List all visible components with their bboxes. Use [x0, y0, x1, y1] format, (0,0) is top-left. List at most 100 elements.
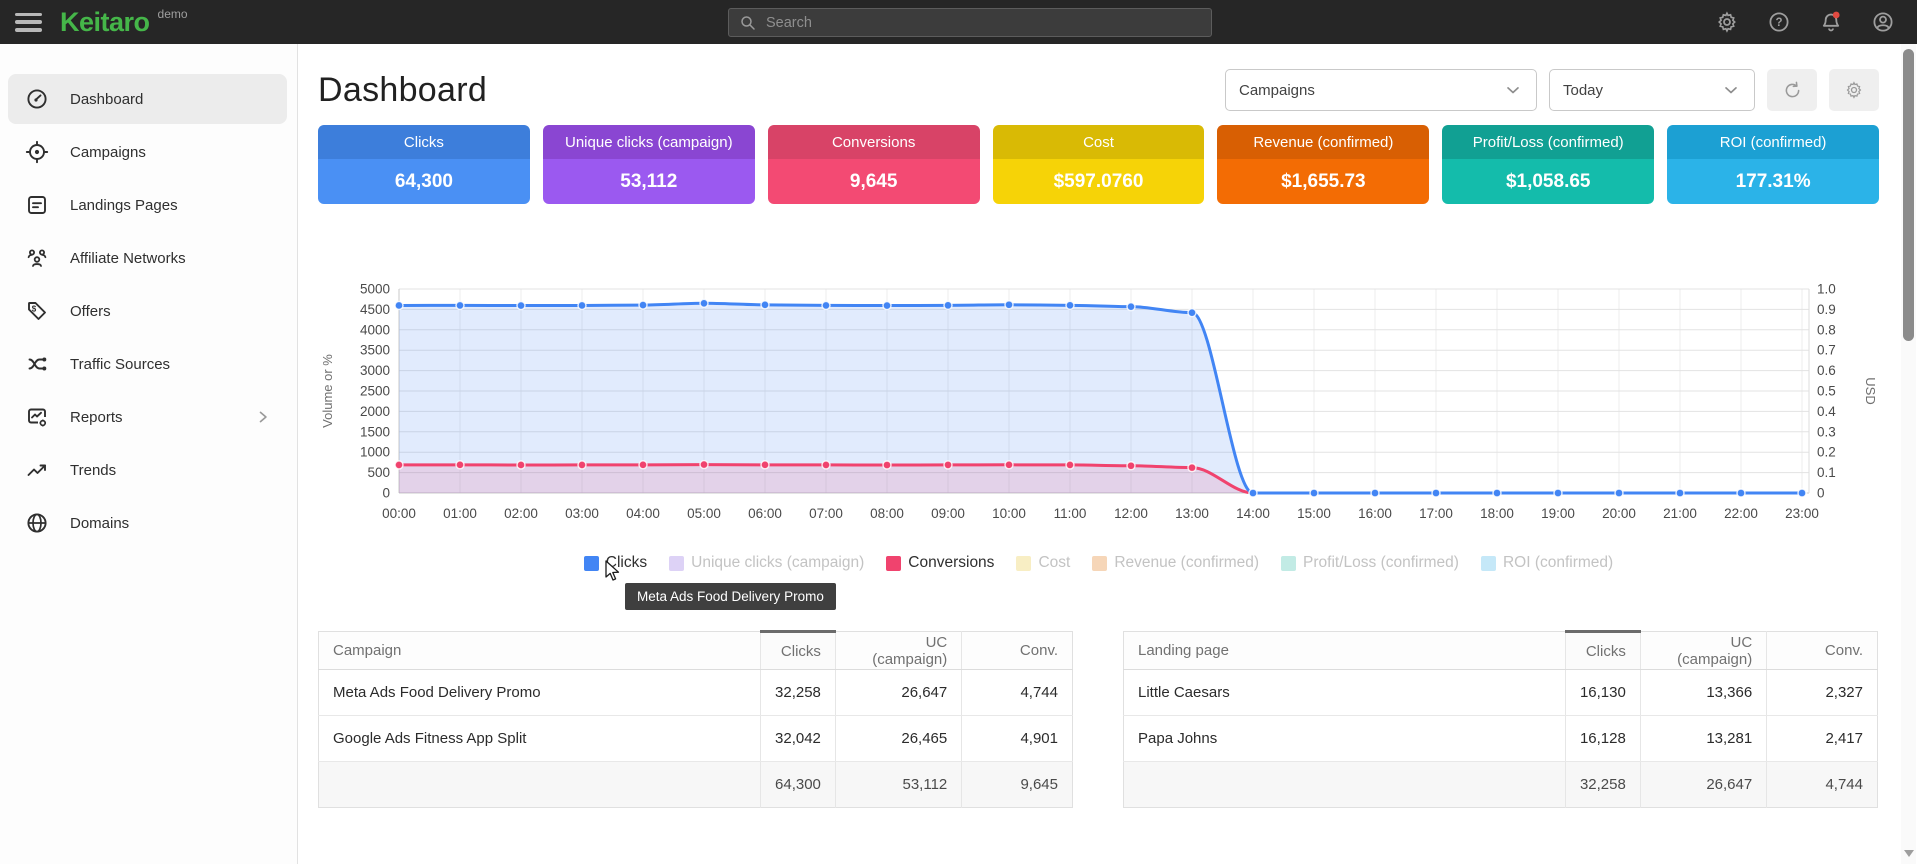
landing-name[interactable]: Little Caesars: [1124, 670, 1566, 716]
cell-conv: 4,744: [962, 670, 1073, 716]
svg-text:13:00: 13:00: [1175, 506, 1209, 521]
svg-text:02:00: 02:00: [504, 506, 538, 521]
svg-text:01:00: 01:00: [443, 506, 477, 521]
legend-item[interactable]: Conversions: [886, 554, 994, 572]
svg-text:05:00: 05:00: [687, 506, 721, 521]
svg-text:1000: 1000: [360, 445, 390, 460]
sidebar-item-offers[interactable]: $ Offers: [8, 286, 287, 336]
column-header-clicks[interactable]: Clicks: [1565, 632, 1640, 670]
landing-name[interactable]: Papa Johns: [1124, 716, 1566, 762]
legend-label: Revenue (confirmed): [1114, 554, 1259, 572]
svg-text:1500: 1500: [360, 424, 390, 439]
table-row[interactable]: Meta Ads Food Delivery Promo 32,258 26,6…: [319, 670, 1073, 716]
svg-text:4500: 4500: [360, 302, 390, 317]
menu-toggle-icon[interactable]: [15, 13, 42, 32]
campaign-name[interactable]: Meta Ads Food Delivery Promo: [319, 670, 761, 716]
legend-item[interactable]: ROI (confirmed): [1481, 554, 1613, 572]
traffic-chart[interactable]: 00:0001:0002:0003:0004:0005:0006:0007:00…: [318, 226, 1878, 536]
table-row[interactable]: Google Ads Fitness App Split 32,042 26,4…: [319, 716, 1073, 762]
global-search[interactable]: [728, 8, 1212, 37]
column-header-conv[interactable]: Conv.: [962, 632, 1073, 670]
cell-uc: 26,647: [835, 670, 961, 716]
trends-icon: [25, 458, 49, 482]
svg-text:0.7: 0.7: [1817, 343, 1836, 358]
stat-card-value: 9,645: [768, 159, 980, 204]
svg-text:3000: 3000: [360, 363, 390, 378]
svg-text:2000: 2000: [360, 404, 390, 419]
date-range-select[interactable]: Today: [1549, 69, 1755, 111]
notification-dot: [1833, 12, 1840, 19]
column-header-clicks[interactable]: Clicks: [761, 632, 836, 670]
column-header-landing[interactable]: Landing page: [1124, 632, 1566, 670]
scrollbar-thumb[interactable]: [1903, 49, 1914, 341]
app-logo: Keitaro: [60, 7, 150, 38]
sidebar-item-affiliate-networks[interactable]: Affiliate Networks: [8, 233, 287, 283]
table-row[interactable]: Papa Johns 16,128 13,281 2,417: [1124, 716, 1878, 762]
env-badge: demo: [158, 7, 188, 21]
campaigns-icon: [25, 140, 49, 164]
legend-item[interactable]: Cost: [1016, 554, 1070, 572]
svg-text:0.8: 0.8: [1817, 322, 1836, 337]
chevron-right-icon: [253, 407, 273, 427]
campaigns-table: Campaign Clicks UC (campaign) Conv. Meta…: [318, 630, 1073, 808]
legend-item[interactable]: Revenue (confirmed): [1092, 554, 1259, 572]
table-header-row: Landing page Clicks UC (campaign) Conv.: [1124, 632, 1878, 670]
sidebar-item-reports[interactable]: Reports: [8, 392, 287, 442]
landing-pages-table: Landing page Clicks UC (campaign) Conv. …: [1123, 630, 1878, 808]
svg-text:18:00: 18:00: [1480, 506, 1514, 521]
grouping-select[interactable]: Campaigns: [1225, 69, 1537, 111]
cell-conv: 2,417: [1767, 716, 1878, 762]
campaign-name[interactable]: Google Ads Fitness App Split: [319, 716, 761, 762]
legend-label: Conversions: [908, 554, 994, 572]
chevron-down-icon: [1503, 80, 1523, 100]
domains-icon: [25, 511, 49, 535]
notifications-icon[interactable]: [1819, 10, 1843, 34]
sidebar-item-landings[interactable]: Landings Pages: [8, 180, 287, 230]
column-header-conv[interactable]: Conv.: [1767, 632, 1878, 670]
sidebar-item-trends[interactable]: Trends: [8, 445, 287, 495]
stat-card-label: Profit/Loss (confirmed): [1442, 125, 1654, 159]
legend-label: Cost: [1038, 554, 1070, 572]
settings-icon[interactable]: [1715, 10, 1739, 34]
sidebar-item-domains[interactable]: Domains: [8, 498, 287, 548]
refresh-button[interactable]: [1767, 69, 1817, 111]
sidebar-item-label: Landings Pages: [70, 197, 178, 214]
sidebar-item-campaigns[interactable]: Campaigns: [8, 127, 287, 177]
column-header-uc[interactable]: UC (campaign): [1640, 632, 1766, 670]
cell-uc: 13,281: [1640, 716, 1766, 762]
column-header-uc[interactable]: UC (campaign): [835, 632, 961, 670]
sidebar-item-label: Reports: [70, 409, 123, 426]
main-content: Dashboard Campaigns Today: [298, 44, 1917, 864]
reports-icon: [25, 405, 49, 429]
totals-spacer: [1124, 762, 1566, 808]
table-row[interactable]: Little Caesars 16,130 13,366 2,327: [1124, 670, 1878, 716]
total-conv: 4,744: [1767, 762, 1878, 808]
search-input[interactable]: [766, 15, 1201, 31]
svg-text:22:00: 22:00: [1724, 506, 1758, 521]
svg-text:4000: 4000: [360, 322, 390, 337]
table-totals-row: 64,300 53,112 9,645: [319, 762, 1073, 808]
svg-text:USD: USD: [1863, 377, 1878, 404]
sidebar-item-label: Domains: [70, 515, 129, 532]
sidebar-item-traffic-sources[interactable]: Traffic Sources: [8, 339, 287, 389]
help-icon[interactable]: ?: [1767, 10, 1791, 34]
svg-text:00:00: 00:00: [382, 506, 416, 521]
summary-tables: Campaign Clicks UC (campaign) Conv. Meta…: [318, 630, 1879, 808]
dashboard-settings-button[interactable]: [1829, 69, 1879, 111]
stat-card-label: ROI (confirmed): [1667, 125, 1879, 159]
cell-conv: 2,327: [1767, 670, 1878, 716]
stat-card-value: $1,058.65: [1442, 159, 1654, 204]
sidebar-item-label: Traffic Sources: [70, 356, 170, 373]
column-header-campaign[interactable]: Campaign: [319, 632, 761, 670]
account-icon[interactable]: [1871, 10, 1895, 34]
page-title: Dashboard: [318, 71, 487, 110]
legend-item[interactable]: Profit/Loss (confirmed): [1281, 554, 1459, 572]
legend-item[interactable]: Unique clicks (campaign): [669, 554, 864, 572]
sidebar-item-dashboard[interactable]: Dashboard: [8, 74, 287, 124]
cell-conv: 4,901: [962, 716, 1073, 762]
affiliate-networks-icon: [25, 246, 49, 270]
sidebar: Dashboard Campaigns Landings Pages: [0, 44, 298, 864]
scroll-down-arrow[interactable]: [1904, 850, 1914, 857]
sidebar-item-label: Trends: [70, 462, 116, 479]
chevron-down-icon: [1721, 80, 1741, 100]
